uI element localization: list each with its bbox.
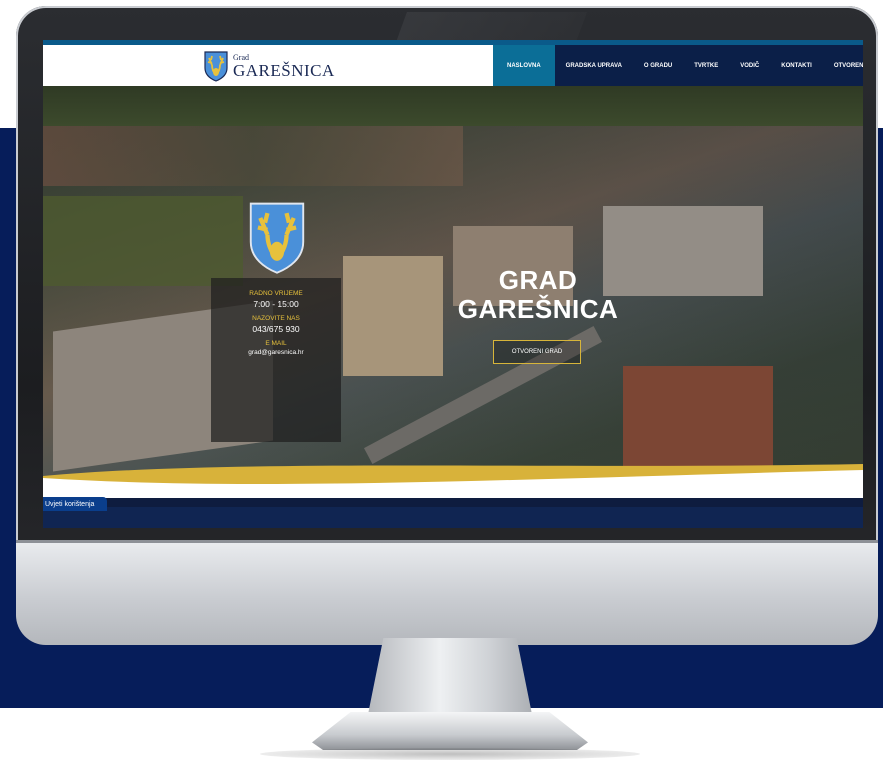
email-label: E MAIL — [265, 340, 287, 347]
info-box: RADNO VRIJEME 7:00 - 15:00 NAZOVITE NAS … — [211, 278, 341, 442]
nav-item-tvrtke[interactable]: TVRTKE — [683, 45, 730, 86]
nav-item-vodic[interactable]: VODIČ — [729, 45, 771, 86]
email-value[interactable]: grad@garesnica.hr — [211, 349, 341, 356]
logo-title: GAREŠNICA — [233, 60, 335, 80]
monitor-shadow — [260, 748, 640, 760]
otvoreni-grad-button[interactable]: OTVORENI GRAD — [493, 340, 581, 364]
nav-item-otvoreni-grad[interactable]: OTVORENI GRA — [822, 45, 863, 86]
hero-photo: RADNO VRIJEME 7:00 - 15:00 NAZOVITE NAS … — [43, 86, 863, 478]
coat-of-arms-icon — [204, 51, 228, 82]
hours-value: 7:00 - 15:00 — [253, 299, 299, 309]
page-footer-band — [43, 507, 863, 528]
nav-item-o-gradu[interactable]: O GRADU — [632, 45, 684, 86]
hours-label: RADNO VRIJEME — [249, 290, 303, 297]
hero-title: GRAD GAREŠNICA — [423, 266, 653, 324]
hero-wave — [43, 464, 863, 498]
phone-label: NAZOVITE NAS — [252, 315, 300, 322]
site-logo[interactable]: Grad GAREŠNICA — [203, 49, 335, 83]
nav-item-gradska-uprava[interactable]: GRADSKA UPRAVA — [554, 45, 633, 86]
site-header: Grad GAREŠNICA NASLOVNA GRADSKA UPRAVA O… — [43, 45, 863, 86]
field — [43, 196, 243, 286]
trees — [43, 86, 863, 126]
monitor-stand — [367, 638, 533, 716]
monitor-base — [312, 712, 588, 750]
roofs — [43, 126, 463, 186]
main-nav: NASLOVNA GRADSKA UPRAVA O GRADU TVRTKE V… — [493, 45, 863, 86]
hero-title-line1: GRAD — [498, 265, 578, 295]
terms-of-use-button[interactable]: Uvjeti korištenja — [43, 497, 107, 511]
hero-title-line2: GAREŠNICA — [457, 294, 619, 324]
screen: Grad GAREŠNICA NASLOVNA GRADSKA UPRAVA O… — [43, 40, 863, 528]
phone-value[interactable]: 043/675 930 — [211, 324, 341, 334]
nav-item-naslovna[interactable]: NASLOVNA — [493, 45, 555, 86]
nav-item-kontakti[interactable]: KONTAKTI — [770, 45, 823, 86]
monitor-chin — [16, 540, 878, 645]
coat-of-arms-icon — [249, 202, 305, 274]
